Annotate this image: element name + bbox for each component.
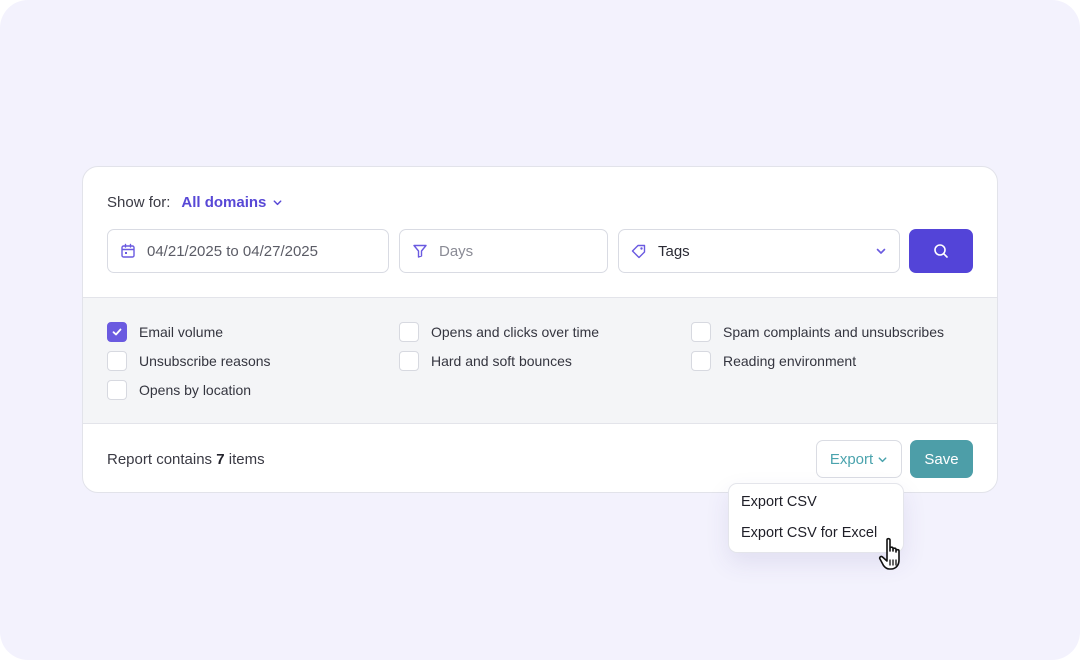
option-label: Reading environment — [723, 353, 857, 369]
export-csv-item[interactable]: Export CSV — [741, 494, 817, 510]
report-suffix: items — [228, 451, 265, 468]
chevron-down-icon — [875, 245, 887, 257]
calendar-icon — [120, 243, 136, 259]
checkbox[interactable] — [399, 351, 419, 371]
date-range-field[interactable]: 04/21/2025 to 04/27/2025 — [107, 229, 389, 273]
checkbox[interactable] — [107, 380, 127, 400]
days-placeholder: Days — [439, 242, 474, 260]
date-range-value: 04/21/2025 to 04/27/2025 — [147, 242, 318, 260]
chevron-down-icon — [878, 456, 887, 462]
option-unsubscribe-reasons[interactable]: Unsubscribe reasons — [107, 351, 271, 371]
export-label: Export — [829, 450, 874, 468]
checkbox-checked[interactable] — [107, 322, 127, 342]
option-label: Email volume — [139, 324, 224, 340]
page-background: Show for: All domains 04/21/2025 to 04/2… — [0, 0, 1080, 660]
show-for-row: Show for: All domains — [107, 194, 283, 211]
tags-label: Tags — [658, 242, 690, 260]
hand-pointer-icon — [878, 537, 900, 570]
checkbox[interactable] — [691, 351, 711, 371]
domain-dropdown-value: All domains — [181, 194, 267, 211]
chevron-down-icon — [273, 200, 282, 206]
option-label: Opens by location — [139, 382, 252, 398]
show-for-label: Show for: — [107, 194, 171, 211]
option-spam-complaints[interactable]: Spam complaints and unsubscribes — [691, 322, 944, 342]
export-button[interactable]: Export — [816, 440, 902, 478]
filter-icon — [412, 243, 428, 259]
option-opens-clicks[interactable]: Opens and clicks over time — [399, 322, 599, 342]
option-opens-by-location[interactable]: Opens by location — [107, 380, 251, 400]
report-prefix: Report contains — [107, 451, 213, 468]
option-email-volume[interactable]: Email volume — [107, 322, 223, 342]
report-card: Show for: All domains 04/21/2025 to 04/2… — [82, 166, 998, 493]
days-field[interactable]: Days — [399, 229, 608, 273]
report-summary: Report contains 7 items — [107, 451, 265, 468]
option-bounces[interactable]: Hard and soft bounces — [399, 351, 572, 371]
check-icon — [112, 328, 122, 336]
tags-dropdown[interactable]: Tags — [618, 229, 900, 273]
checkbox[interactable] — [107, 351, 127, 371]
export-csv-excel-item[interactable]: Export CSV for Excel — [741, 525, 877, 541]
option-label: Spam complaints and unsubscribes — [723, 324, 945, 340]
filter-bar: Show for: All domains 04/21/2025 to 04/2… — [83, 167, 997, 297]
save-button[interactable]: Save — [910, 440, 973, 478]
option-label: Opens and clicks over time — [431, 324, 600, 340]
report-item-count: 7 — [216, 451, 225, 468]
checkbox[interactable] — [399, 322, 419, 342]
tag-icon — [631, 243, 647, 259]
option-label: Unsubscribe reasons — [139, 353, 271, 369]
report-options: Email volume Opens and clicks over time … — [83, 297, 997, 424]
option-label: Hard and soft bounces — [431, 353, 572, 369]
option-reading-environment[interactable]: Reading environment — [691, 351, 856, 371]
search-icon — [934, 244, 948, 258]
search-button[interactable] — [909, 229, 973, 273]
checkbox[interactable] — [691, 322, 711, 342]
domain-dropdown[interactable]: All domains — [181, 194, 283, 211]
